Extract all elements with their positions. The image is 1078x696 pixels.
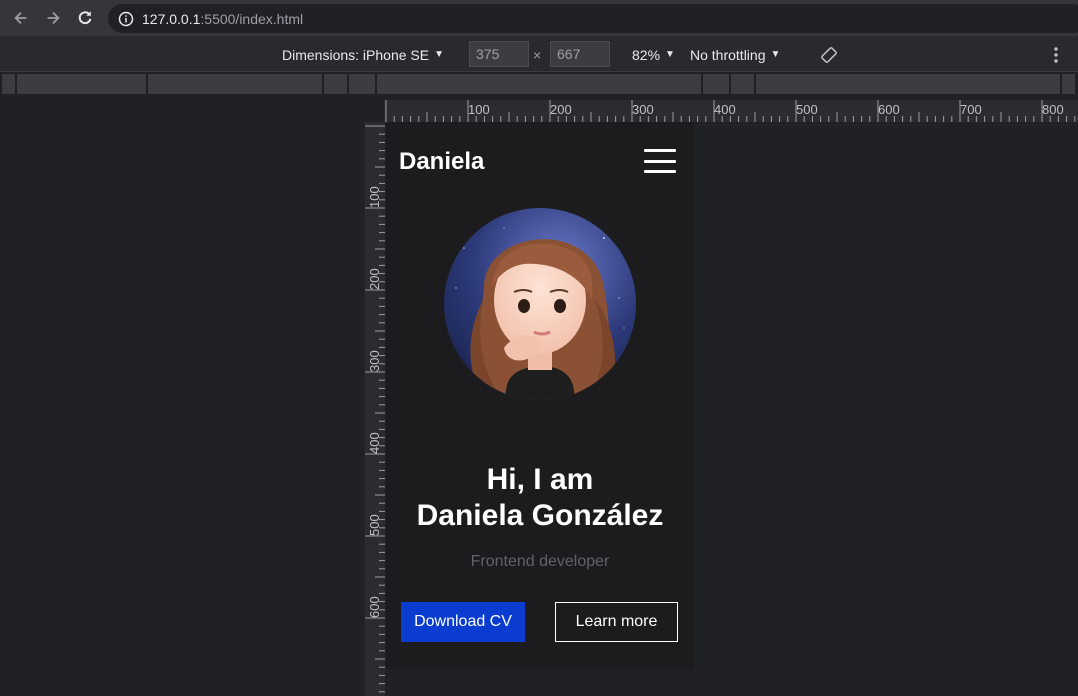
media-query-segment[interactable] xyxy=(2,74,16,94)
rotate-button[interactable] xyxy=(820,37,838,72)
media-query-segment[interactable] xyxy=(731,74,755,94)
profile-avatar xyxy=(444,208,636,400)
ruler-label: 200 xyxy=(367,268,382,290)
device-viewport: Daniela Hi, I am Daniela González Fronte… xyxy=(386,122,694,669)
ruler-top: 100 200 300 400 500 600 700 800 xyxy=(384,100,1078,122)
arrow-right-icon xyxy=(47,11,60,25)
chevron-down-icon: ▼ xyxy=(434,49,444,60)
ruler-label: 300 xyxy=(632,102,654,117)
hero-title-line1: Hi, I am xyxy=(486,463,594,496)
ruler-label: 600 xyxy=(878,102,900,117)
chevron-down-icon: ▼ xyxy=(770,49,781,60)
media-query-segment[interactable] xyxy=(377,74,702,94)
ruler-label: 400 xyxy=(714,102,736,117)
media-query-segment[interactable] xyxy=(148,74,323,94)
ruler-label: 100 xyxy=(468,102,490,117)
url-path: :5500/index.html xyxy=(200,10,304,27)
reload-button[interactable] xyxy=(69,2,101,34)
info-icon[interactable] xyxy=(118,11,134,27)
address-bar[interactable]: 127.0.0.1:5500/index.html xyxy=(108,4,1078,33)
device-dimensions-select[interactable]: Dimensions: iPhone SE ▼ xyxy=(282,37,444,72)
hamburger-line xyxy=(644,159,676,163)
back-button[interactable] xyxy=(5,2,37,34)
media-query-segment[interactable] xyxy=(324,74,348,94)
avatar-illustration xyxy=(444,208,636,400)
dimensions-label: Dimensions: iPhone SE xyxy=(282,46,430,63)
hero-title-line2: Daniela González xyxy=(416,499,664,532)
media-query-segment[interactable] xyxy=(756,74,1061,94)
chevron-down-icon: ▼ xyxy=(665,49,675,60)
ruler-label: 800 xyxy=(1042,102,1064,117)
ruler-label: 200 xyxy=(550,102,572,117)
throttling-select[interactable]: No throttling ▼ xyxy=(690,37,780,72)
throttling-label: No throttling xyxy=(690,46,766,63)
more-vertical-icon xyxy=(1054,46,1058,63)
rotate-icon xyxy=(821,46,837,63)
site-brand[interactable]: Daniela xyxy=(399,148,484,176)
more-options-button[interactable] xyxy=(1053,37,1059,72)
ruler-label: 400 xyxy=(367,432,382,454)
forward-button[interactable] xyxy=(37,2,69,34)
browser-toolbar: 127.0.0.1:5500/index.html xyxy=(0,0,1078,37)
reload-icon xyxy=(78,11,92,25)
ruler-label: 600 xyxy=(367,596,382,618)
media-query-bar xyxy=(0,72,1078,95)
ruler-label: 500 xyxy=(367,514,382,536)
ruler-label: 100 xyxy=(367,186,382,208)
menu-button[interactable] xyxy=(644,149,676,173)
hero-subtitle: Frontend developer xyxy=(470,553,610,570)
download-cv-button[interactable]: Download CV xyxy=(401,602,525,642)
ruler-label: 300 xyxy=(367,350,382,372)
hamburger-line xyxy=(644,170,676,173)
width-input[interactable]: 375 xyxy=(469,41,529,67)
ruler-label: 700 xyxy=(960,102,982,117)
ruler-left: 100 200 300 400 500 600 xyxy=(365,122,385,696)
times-symbol: × xyxy=(533,46,542,63)
device-toolbar: Dimensions: iPhone SE ▼ 375 × 667 82% ▼ No… xyxy=(0,37,1078,72)
height-input[interactable]: 667 xyxy=(550,41,610,67)
hamburger-line xyxy=(644,149,676,152)
media-query-segment[interactable] xyxy=(17,74,147,94)
media-query-segment[interactable] xyxy=(703,74,730,94)
media-query-segment[interactable] xyxy=(349,74,376,94)
learn-more-button[interactable]: Learn more xyxy=(555,602,678,642)
media-query-segment[interactable] xyxy=(1062,74,1076,94)
zoom-label: 82% xyxy=(632,46,661,63)
arrow-left-icon xyxy=(14,11,27,25)
url-host: 127.0.0.1 xyxy=(142,10,201,27)
hero-title: Hi, I am Daniela González xyxy=(386,462,694,534)
ruler-label: 500 xyxy=(796,102,818,117)
zoom-select[interactable]: 82% ▼ xyxy=(632,37,675,72)
